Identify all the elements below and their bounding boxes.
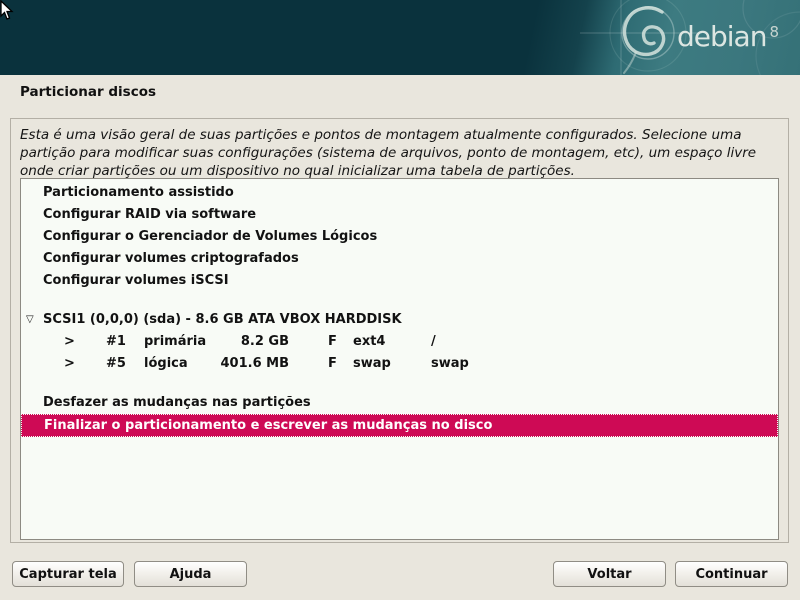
partition-size: 8.2 GB	[204, 331, 289, 353]
list-item-partition-1[interactable]: >#1primária8.2 GB Fext4/	[21, 331, 778, 353]
list-item-configure-encrypted[interactable]: Configurar volumes criptografados	[21, 248, 778, 270]
partition-filesystem: swap	[353, 353, 431, 375]
list-item-partition-5[interactable]: >#5lógica401.6 MB Fswapswap	[21, 353, 778, 375]
continue-button[interactable]: Continuar	[675, 561, 788, 587]
list-item-undo-changes[interactable]: Desfazer as mudanças nas partições	[21, 392, 778, 414]
debian-installer-window: debian8 Particionar discos Esta é uma vi…	[0, 0, 800, 600]
partition-size: 401.6 MB	[204, 353, 289, 375]
screenshot-button[interactable]: Capturar tela	[12, 561, 124, 587]
list-item-disk[interactable]: ▽ SCSI1 (0,0,0) (sda) - 8.6 GB ATA VBOX …	[21, 309, 778, 331]
list-item-guided-partitioning[interactable]: Particionamento assistido	[21, 182, 778, 204]
partition-type: primária	[144, 331, 204, 353]
brand-text: debian	[677, 20, 766, 53]
disclosure-triangle-icon[interactable]: ▽	[26, 309, 34, 331]
partition-filesystem: ext4	[353, 331, 431, 353]
partition-flag: F	[328, 353, 353, 375]
intro-text: Esta é uma visão geral de suas partições…	[20, 126, 768, 180]
help-button[interactable]: Ajuda	[134, 561, 247, 587]
list-item-finish-partitioning-selected[interactable]: Finalizar o particionamento e escrever a…	[21, 414, 778, 437]
swirl-spiral	[625, 8, 664, 55]
list-item-configure-lvm[interactable]: Configurar o Gerenciador de Volumes Lógi…	[21, 226, 778, 248]
partition-number: #5	[106, 353, 144, 375]
swirl-tail	[624, 52, 636, 73]
partition-marker-icon: >	[64, 331, 106, 353]
partition-marker-icon: >	[64, 353, 106, 375]
brand-version: 8	[769, 23, 778, 41]
header-banner: debian8	[0, 0, 800, 75]
list-item-configure-raid[interactable]: Configurar RAID via software	[21, 204, 778, 226]
back-button[interactable]: Voltar	[553, 561, 666, 587]
debian-wordmark: debian8	[677, 20, 778, 53]
partition-number: #1	[106, 331, 144, 353]
partition-mountpoint: /	[431, 331, 436, 353]
partition-type: lógica	[144, 353, 204, 375]
partition-flag: F	[328, 331, 353, 353]
partition-list[interactable]: Particionamento assistido Configurar RAI…	[20, 178, 779, 540]
mouse-cursor-icon	[0, 0, 14, 22]
list-spacer	[21, 292, 778, 309]
list-item-configure-iscsi[interactable]: Configurar volumes iSCSI	[21, 270, 778, 292]
page-title: Particionar discos	[20, 84, 156, 100]
disk-label: SCSI1 (0,0,0) (sda) - 8.6 GB ATA VBOX HA…	[43, 312, 402, 327]
partition-mountpoint: swap	[431, 353, 469, 375]
list-spacer	[21, 375, 778, 392]
